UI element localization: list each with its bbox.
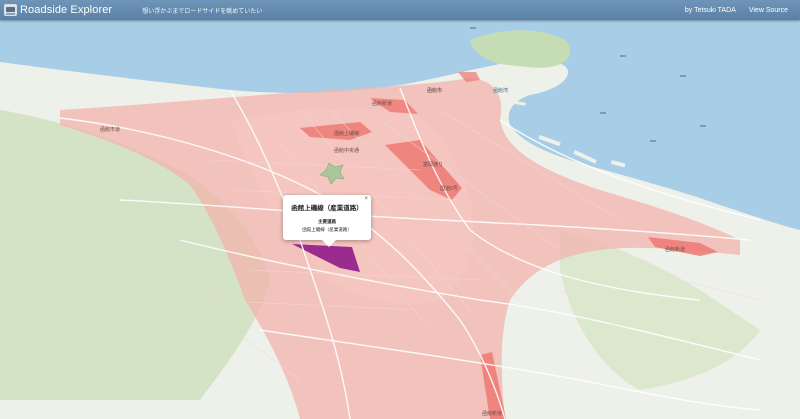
road-label-east: 富岡通り	[423, 162, 444, 168]
author-link[interactable]: by Tetsuki TADA	[685, 7, 736, 14]
popup-title: 函館上磯線（産業道路）	[291, 205, 363, 212]
road-label-coast: 函館新道	[665, 247, 686, 253]
road-label-north: 函館新道	[372, 101, 393, 107]
view-source-link[interactable]: View Source	[749, 7, 788, 14]
brand-link[interactable]: Roadside Explorer	[4, 4, 112, 16]
popup-road-type: 主要道路	[318, 219, 336, 224]
app-title: Roadside Explorer	[20, 4, 113, 16]
nav-links: by Tetsuki TADA View Source	[672, 7, 788, 14]
road-label-bottom: 函館新道	[482, 411, 503, 417]
top-navbar: Roadside Explorer 想い浮かぶまでロードサイドを眺めていたい b…	[0, 0, 800, 20]
close-icon[interactable]: ×	[364, 196, 368, 202]
city-label: 函館市	[427, 88, 443, 94]
bay-label: 函館湾	[493, 88, 509, 94]
road-label-south: 国道5号	[440, 186, 458, 192]
app-tagline: 想い浮かぶまでロードサイドを眺めていたい	[142, 8, 263, 15]
road-label-harbor: 函館上磯線	[334, 131, 360, 137]
bus-logo-icon	[4, 4, 17, 16]
popup-road-name: 函館上磯線（産業道路）	[302, 227, 352, 232]
road-label-mid: 函館中央通	[334, 148, 360, 154]
road-info-popup: × 函館上磯線（産業道路） 主要道路 函館上磯線（産業道路）	[283, 195, 371, 247]
map-canvas[interactable]	[0, 0, 800, 419]
road-label-west: 函館市道	[100, 127, 121, 133]
